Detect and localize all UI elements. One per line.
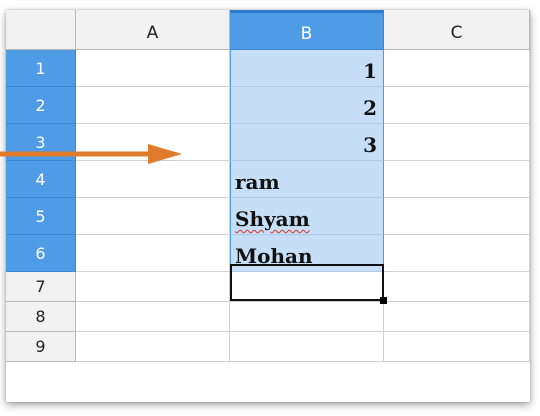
- row-header-4[interactable]: 4: [6, 161, 76, 198]
- column-header-c[interactable]: C: [384, 10, 530, 50]
- cell-b6[interactable]: Mohan: [230, 235, 384, 272]
- cell-b3-value: 3: [363, 133, 377, 157]
- cell-b5[interactable]: Shyam: [230, 198, 384, 235]
- cell-a1[interactable]: [76, 50, 230, 87]
- row-header-7[interactable]: 7: [6, 272, 76, 302]
- cell-b6-value: Mohan: [235, 244, 313, 268]
- cell-b3[interactable]: 3: [230, 124, 384, 161]
- cell-a4[interactable]: [76, 161, 230, 198]
- right-arrow-icon: [0, 144, 182, 164]
- cell-b2[interactable]: 2: [230, 87, 384, 124]
- cell-c9[interactable]: [384, 332, 530, 362]
- cell-a6[interactable]: [76, 235, 230, 272]
- cell-b2-value: 2: [363, 96, 377, 120]
- cell-c4[interactable]: [384, 161, 530, 198]
- select-all-corner[interactable]: [6, 10, 76, 50]
- row-header-1[interactable]: 1: [6, 50, 76, 87]
- cell-b4[interactable]: ram: [230, 161, 384, 198]
- cell-a9[interactable]: [76, 332, 230, 362]
- spreadsheet: A B C 1 1 2 2 3 3 4 ram 5 Shyam 6 Mohan: [6, 10, 530, 402]
- cell-b1[interactable]: 1: [230, 50, 384, 87]
- cell-a5[interactable]: [76, 198, 230, 235]
- cell-b9[interactable]: [230, 332, 384, 362]
- cell-a2[interactable]: [76, 87, 230, 124]
- cell-c5[interactable]: [384, 198, 530, 235]
- row-header-9[interactable]: 9: [6, 332, 76, 362]
- column-header-b[interactable]: B: [230, 10, 384, 50]
- row-header-8[interactable]: 8: [6, 302, 76, 332]
- row-header-6[interactable]: 6: [6, 235, 76, 272]
- cell-b4-value: ram: [235, 170, 280, 194]
- cell-c2[interactable]: [384, 87, 530, 124]
- cell-c3[interactable]: [384, 124, 530, 161]
- cell-c1[interactable]: [384, 50, 530, 87]
- cell-b7[interactable]: [230, 272, 384, 302]
- column-header-a[interactable]: A: [76, 10, 230, 50]
- row-header-5[interactable]: 5: [6, 198, 76, 235]
- cell-b5-value: Shyam: [235, 207, 310, 231]
- cell-a7[interactable]: [76, 272, 230, 302]
- cell-grid: A B C 1 1 2 2 3 3 4 ram 5 Shyam 6 Mohan: [6, 10, 530, 362]
- cell-b1-value: 1: [363, 59, 377, 83]
- cell-b8[interactable]: [230, 302, 384, 332]
- cell-c7[interactable]: [384, 272, 530, 302]
- cell-c6[interactable]: [384, 235, 530, 272]
- cell-c8[interactable]: [384, 302, 530, 332]
- row-header-2[interactable]: 2: [6, 87, 76, 124]
- fill-handle[interactable]: [380, 297, 387, 304]
- cell-a8[interactable]: [76, 302, 230, 332]
